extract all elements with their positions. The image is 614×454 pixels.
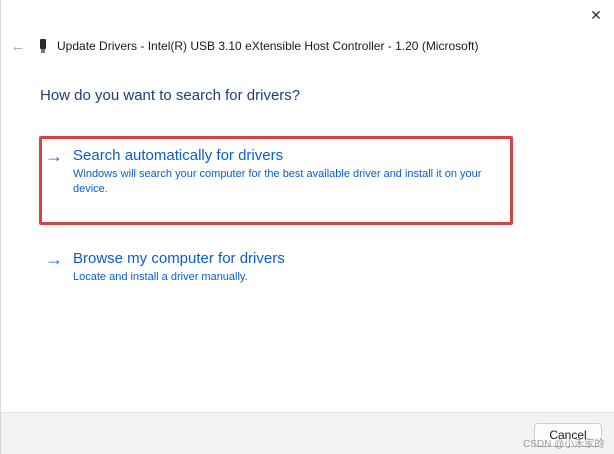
arrow-right-icon: → — [45, 249, 63, 269]
option-title: Search automatically for drivers — [73, 147, 284, 164]
browse-computer-option[interactable]: → Browse my computer for drivers Locate … — [45, 249, 505, 285]
page-heading: How do you want to search for drivers? — [40, 87, 301, 104]
back-button[interactable]: ← — [9, 37, 27, 55]
cancel-button[interactable]: Cancel — [534, 423, 602, 447]
arrow-right-icon: → — [45, 146, 63, 166]
search-automatically-option[interactable]: → Search automatically for drivers Windo… — [45, 146, 505, 197]
dialog-footer — [1, 412, 614, 454]
close-icon: ✕ — [590, 6, 602, 23]
close-button[interactable]: ✕ — [581, 2, 611, 28]
window-header: ← Update Drivers - Intel(R) USB 3.10 eXt… — [9, 35, 609, 57]
option-description: Locate and install a driver manually. — [73, 271, 248, 283]
window-title: Update Drivers - Intel(R) USB 3.10 eXten… — [57, 39, 479, 53]
update-drivers-window: ✕ ← Update Drivers - Intel(R) USB 3.10 e… — [0, 0, 614, 454]
option-title: Browse my computer for drivers — [73, 250, 285, 267]
option-description: Windows will search your computer for th… — [73, 168, 482, 195]
back-arrow-icon: ← — [10, 37, 26, 55]
usb-device-icon — [39, 39, 47, 53]
